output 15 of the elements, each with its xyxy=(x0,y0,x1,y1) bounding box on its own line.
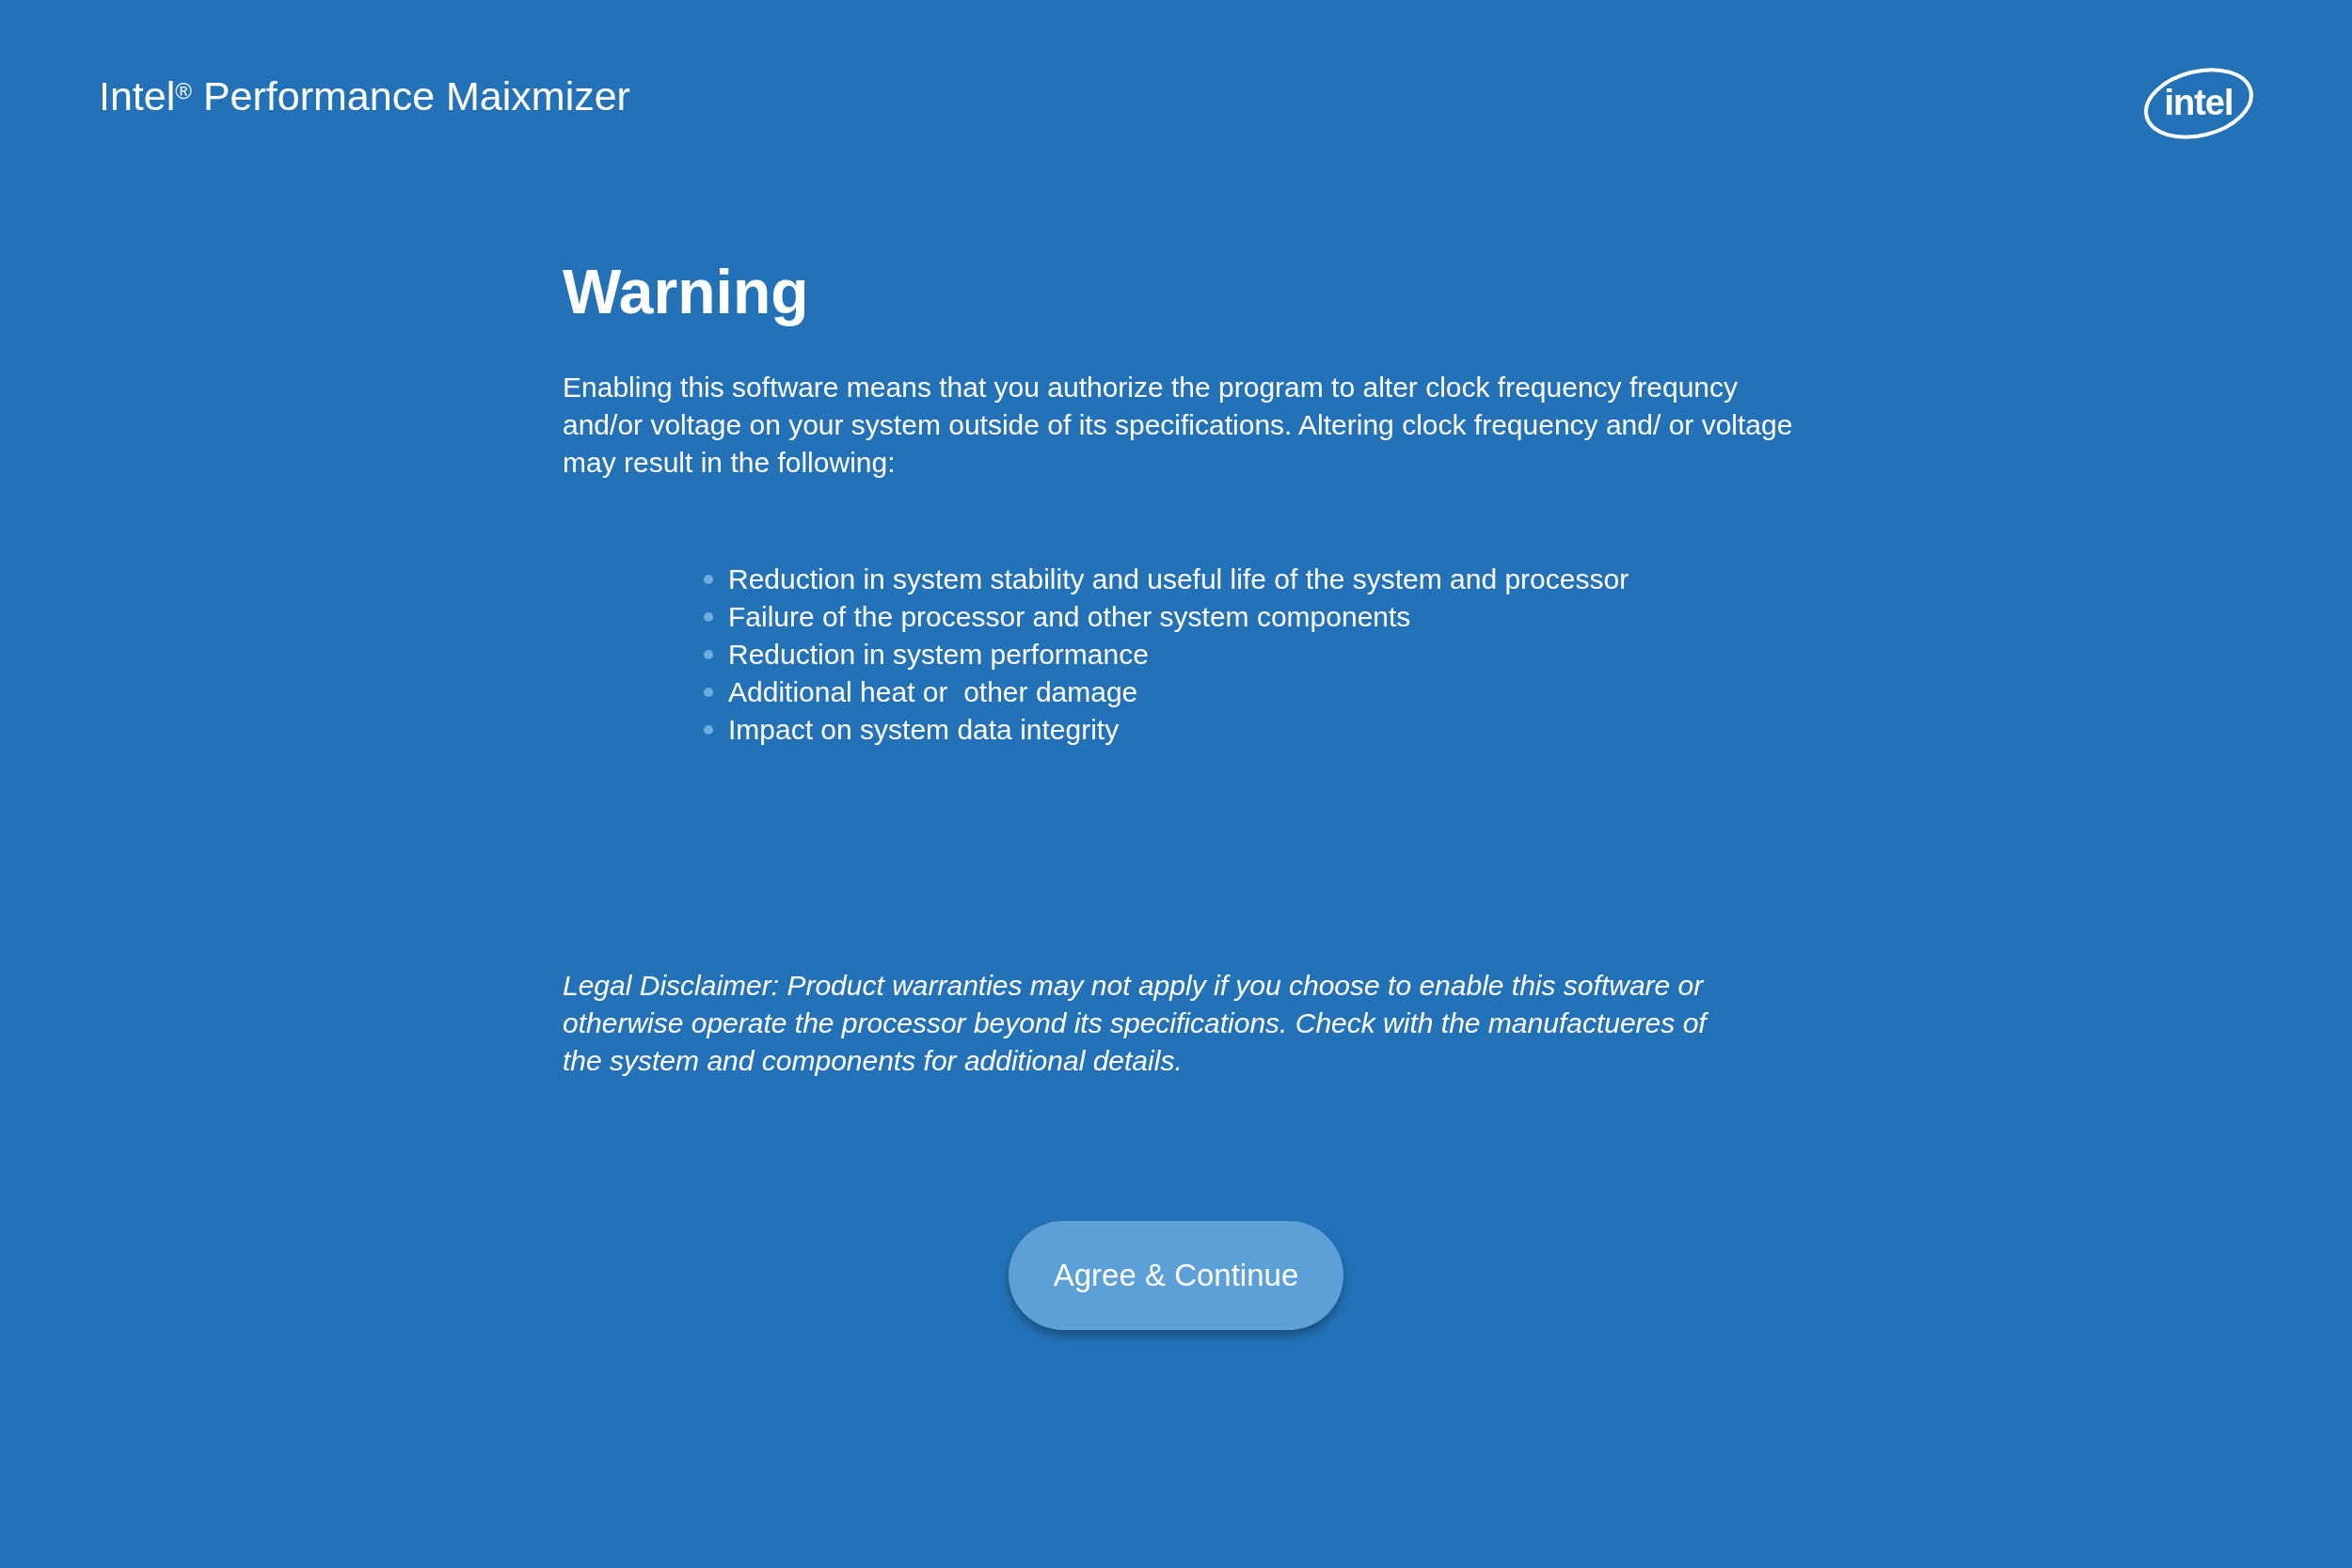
consequence-item: Reduction in system performance xyxy=(728,638,1149,672)
bullet-icon xyxy=(704,575,713,584)
warning-heading: Warning xyxy=(563,256,810,328)
consequence-item: Failure of the processor and other system components xyxy=(728,600,1411,634)
bullet-icon xyxy=(704,612,713,622)
bullet-icon xyxy=(704,725,713,735)
agree-continue-button[interactable]: Agree & Continue xyxy=(1009,1221,1343,1330)
bullet-icon xyxy=(704,688,713,697)
bullet-icon xyxy=(704,650,713,659)
consequence-item: Additional heat or other damage xyxy=(728,675,1138,709)
legal-disclaimer: Legal Disclaimer: Product warranties may not apply if you choose to enable this software or otherwise operate the processor beyond its specifications. Check with the manufactueres of the system and components for additional details. xyxy=(563,969,1709,1078)
consequence-item: Impact on system data integrity xyxy=(728,713,1120,747)
app-title: Intel$^{®}$ Performance Maixmizer xyxy=(99,72,630,120)
consequence-item: Reduction in system stability and useful life of the system and processor xyxy=(728,562,1629,596)
warning-paragraph: Enabling this software means that you authorize the program to alter clock frequency frequncy and/or voltage on your system outside of its specifications. Altering clock frequency and/ or voltage may result in the following: xyxy=(563,371,1794,480)
